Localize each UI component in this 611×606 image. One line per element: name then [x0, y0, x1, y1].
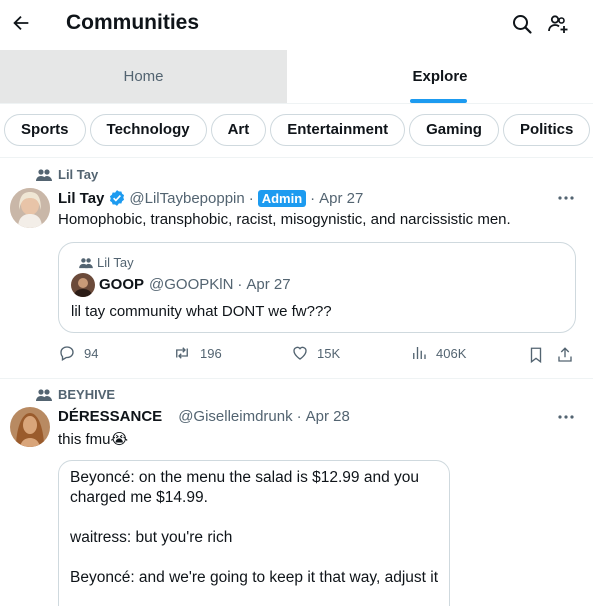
- post-text: Homophobic, transphobic, racist, misogyn…: [58, 211, 511, 228]
- quoted-avatar: [71, 273, 95, 297]
- post-date[interactable]: Apr 28: [306, 408, 350, 425]
- quoted-author-name: GOOP: [99, 276, 145, 293]
- community-icon: [36, 388, 52, 401]
- like-count: 15K: [317, 345, 341, 361]
- more-options-icon[interactable]: [557, 408, 575, 426]
- community-icon: [79, 257, 93, 268]
- avatar[interactable]: [10, 188, 50, 228]
- post-image[interactable]: Beyoncé: on the menu the salad is $12.99…: [58, 460, 450, 606]
- more-options-icon[interactable]: [557, 189, 575, 207]
- divider: [0, 157, 593, 158]
- post-date[interactable]: Apr 27: [319, 190, 363, 207]
- quoted-community-label: Lil Tay: [79, 255, 134, 270]
- community-label[interactable]: Lil Tay: [36, 167, 98, 182]
- author-name[interactable]: Lil Tay: [58, 190, 104, 207]
- chip-sports[interactable]: Sports: [4, 114, 86, 146]
- repost-count: 196: [200, 345, 222, 361]
- like-button[interactable]: 15K: [291, 344, 340, 362]
- community-icon: [36, 168, 52, 181]
- image-text-line: Beyoncé: and we're going to keep it that…: [70, 569, 439, 586]
- image-text-line: waitress: but you're rich: [70, 529, 233, 546]
- search-icon[interactable]: [510, 12, 534, 36]
- post-text: this fmu😭: [58, 431, 129, 448]
- chip-art[interactable]: Art: [210, 114, 267, 146]
- active-tab-indicator: [410, 99, 467, 103]
- category-chips: Sports Technology Art Entertainment Gaming Po…: [4, 114, 593, 146]
- tab-explore[interactable]: Explore: [287, 50, 593, 103]
- quoted-text: lil tay community what DONT we fw???: [71, 303, 332, 320]
- quoted-community-name: Lil Tay: [97, 255, 134, 270]
- post-header: DÉRESSANCE @Giselleimdrunk · Apr 28: [58, 408, 350, 425]
- chip-politics[interactable]: Politics: [502, 114, 591, 146]
- repost-button[interactable]: 196: [172, 344, 222, 362]
- author-handle[interactable]: @Giselleimdrunk: [178, 408, 292, 425]
- community-label[interactable]: BEYHIVE: [36, 387, 115, 402]
- image-text-line: Beyoncé: on the menu the salad is $12.99…: [70, 469, 419, 506]
- tab-home[interactable]: Home: [0, 50, 287, 103]
- scrollbar[interactable]: [593, 0, 611, 606]
- community-name: BEYHIVE: [58, 387, 116, 402]
- repost-icon: [176, 347, 188, 359]
- avatar[interactable]: [10, 407, 50, 447]
- verified-badge-icon: [110, 190, 125, 206]
- chip-entertainment[interactable]: Entertainment: [270, 114, 406, 146]
- chip-gaming[interactable]: Gaming: [409, 114, 499, 146]
- post-actions: 94 196 15K 406K: [58, 344, 578, 368]
- add-community-icon[interactable]: [546, 12, 570, 36]
- views-icon: [413, 347, 426, 359]
- views-button[interactable]: 406K: [410, 344, 466, 362]
- divider: [0, 378, 593, 379]
- page-title: Communities: [66, 11, 200, 34]
- author-handle[interactable]: @LilTaybepoppin: [129, 190, 244, 207]
- author-name[interactable]: DÉRESSANCE: [58, 408, 162, 425]
- back-arrow-icon[interactable]: [10, 12, 32, 34]
- quoted-post-date: Apr 27: [246, 276, 291, 293]
- reply-icon: [60, 346, 74, 361]
- admin-badge: Admin: [257, 189, 307, 207]
- reply-count: 94: [84, 345, 99, 361]
- share-icon[interactable]: [556, 346, 574, 364]
- quoted-author-handle: @GOOPKlN: [149, 276, 234, 293]
- tab-bar: Home Explore: [0, 50, 593, 104]
- quoted-header: GOOP @GOOPKlN · Apr 27: [99, 276, 291, 293]
- heart-icon: [293, 346, 307, 360]
- bookmark-icon[interactable]: [527, 346, 545, 364]
- chip-technology[interactable]: Technology: [89, 114, 207, 146]
- reply-button[interactable]: 94: [58, 344, 98, 362]
- community-name: Lil Tay: [58, 167, 99, 182]
- post-header: Lil Tay @LilTaybepoppin · Admin · Apr 27: [58, 189, 364, 207]
- top-bar: Communities: [0, 0, 593, 50]
- views-count: 406K: [436, 345, 467, 361]
- quoted-post[interactable]: Lil Tay GOOP @GOOPKlN · Apr 27 lil tay c…: [58, 242, 576, 333]
